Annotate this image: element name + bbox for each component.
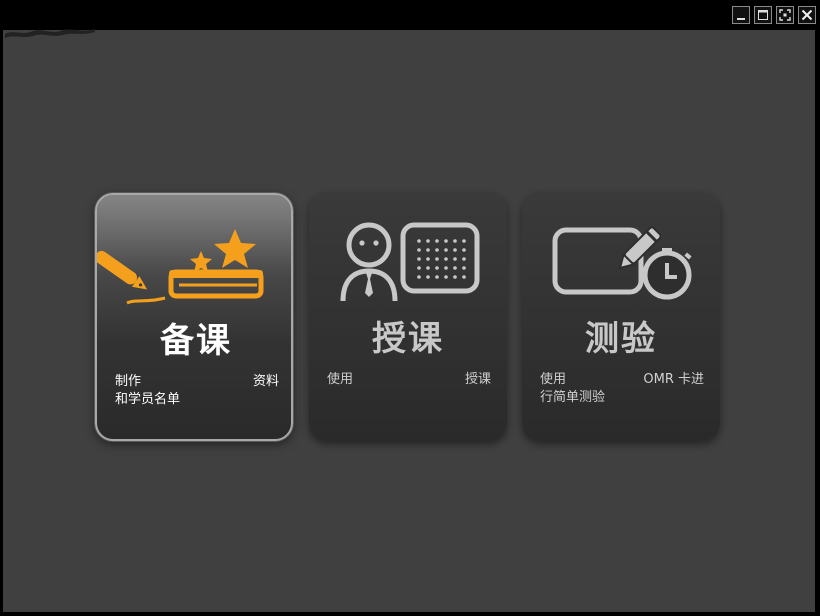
- brush-stroke-decoration: [5, 29, 95, 38]
- test-timer-icon: [552, 226, 692, 300]
- card-prepare-lesson[interactable]: 备课 制作 资料 和学员名单: [95, 193, 293, 441]
- card-description: 制作 资料 和学员名单: [115, 373, 279, 409]
- desc-text: 授课: [464, 372, 491, 387]
- card-title: 授课: [372, 319, 444, 359]
- minimize-icon: [737, 18, 745, 20]
- card-quiz[interactable]: 测验 使用 OMR 卡进 行简单测验: [522, 193, 720, 441]
- desc-text: 制作: [115, 374, 142, 389]
- card-title: 备课: [160, 321, 232, 361]
- close-icon: [801, 9, 813, 21]
- fullscreen-button[interactable]: [776, 6, 794, 24]
- minimize-button[interactable]: [732, 6, 750, 24]
- desc-text: 使用: [327, 372, 354, 387]
- desc-text: 使用: [540, 372, 567, 387]
- desc-text: 和学员名单: [115, 392, 181, 407]
- title-bar[interactable]: [0, 0, 820, 30]
- card-description: 使用 OMR 卡进 行简单测验: [540, 371, 704, 407]
- maximize-button[interactable]: [754, 6, 772, 24]
- main-panel: 备课 制作 资料 和学员名单 授课 使用 授课 测验 使用 OMR 卡进 行简单…: [3, 29, 815, 612]
- desc-text: 行简单测验: [540, 390, 606, 405]
- card-title: 测验: [585, 319, 657, 359]
- card-teach-lesson[interactable]: 授课 使用 授课: [309, 193, 507, 441]
- maximize-icon: [758, 10, 768, 20]
- close-button[interactable]: [798, 6, 816, 24]
- fullscreen-icon: [779, 9, 791, 21]
- app-window: 备课 制作 资料 和学员名单 授课 使用 授课 测验 使用 OMR 卡进 行简单…: [0, 0, 820, 616]
- desc-text: OMR 卡进: [643, 372, 704, 387]
- pen-book-stars-icon: [97, 229, 264, 305]
- window-controls: [732, 6, 816, 24]
- card-description: 使用 授课: [327, 371, 491, 389]
- desc-text: 资料: [252, 374, 279, 389]
- teacher-board-icon: [340, 222, 480, 302]
